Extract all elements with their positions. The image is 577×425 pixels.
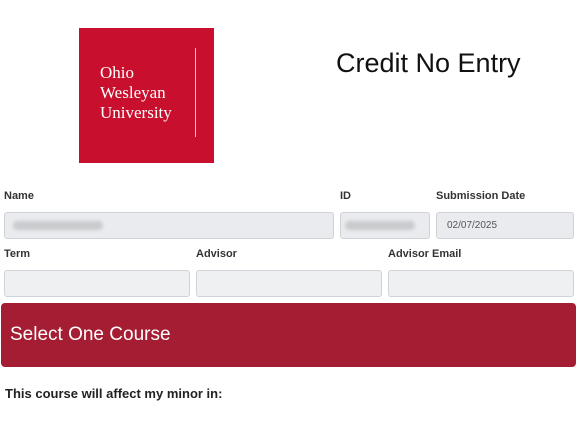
logo-line-2: Wesleyan xyxy=(100,83,166,102)
logo-line-1: Ohio xyxy=(100,63,134,82)
advisor-field[interactable] xyxy=(196,270,382,297)
university-logo: Ohio Wesleyan University xyxy=(79,28,214,163)
submission-date-label: Submission Date xyxy=(436,190,526,202)
id-label: ID xyxy=(340,190,351,202)
advisor-email-label: Advisor Email xyxy=(388,248,462,260)
minor-note: This course will affect my minor in: xyxy=(5,386,223,401)
name-label: Name xyxy=(4,190,34,202)
logo-wordmark: Ohio Wesleyan University xyxy=(100,63,172,123)
advisor-email-field[interactable] xyxy=(388,270,574,297)
name-field[interactable] xyxy=(4,212,334,239)
redacted-name xyxy=(13,221,103,230)
logo-line-3: University xyxy=(100,103,172,122)
redacted-id xyxy=(345,221,415,230)
advisor-label: Advisor xyxy=(196,248,237,260)
term-label: Term xyxy=(4,248,31,260)
select-course-button[interactable]: Select One Course xyxy=(1,303,576,367)
id-field[interactable] xyxy=(340,212,430,239)
submission-date-value: 02/07/2025 xyxy=(447,220,498,231)
page-title: Credit No Entry xyxy=(336,48,521,78)
term-field[interactable] xyxy=(4,270,190,297)
submission-date-field[interactable]: 02/07/2025 xyxy=(436,212,574,239)
logo-divider xyxy=(195,48,196,137)
